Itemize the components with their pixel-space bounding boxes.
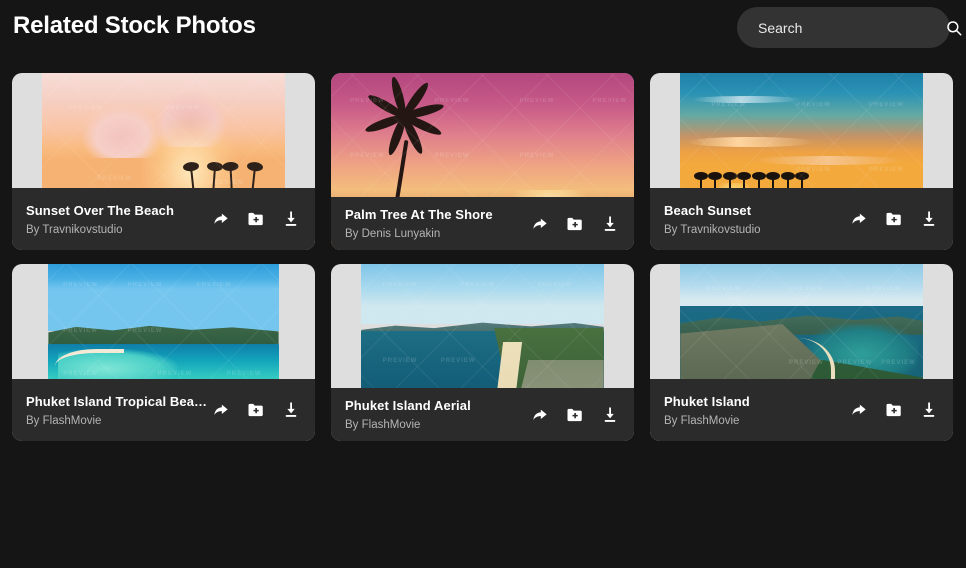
card-caption: Phuket Island Tropical Beach A... By Fla… [12, 379, 315, 441]
download-icon[interactable] [600, 405, 620, 425]
share-icon[interactable] [211, 400, 231, 420]
photo-title: Phuket Island [664, 393, 750, 409]
photo-title: Sunset Over The Beach [26, 202, 175, 218]
photo-author: By Travnikovstudio [26, 223, 123, 236]
card-actions [211, 209, 301, 229]
share-icon[interactable] [530, 405, 550, 425]
card-caption: Sunset Over The Beach By Travnikovstudio [12, 188, 315, 250]
download-icon[interactable] [919, 400, 939, 420]
share-icon[interactable] [849, 209, 869, 229]
photo-card[interactable]: PREVIEW PREVIEW PREVIEW PREVIEW PREVIEW … [650, 264, 953, 441]
card-caption: Beach Sunset By Travnikovstudio [650, 188, 953, 250]
card-caption: Palm Tree At The Shore By Denis Lunyakin [331, 197, 634, 250]
card-actions [849, 209, 939, 229]
card-actions [849, 400, 939, 420]
photo-card[interactable]: PREVIEW PREVIEW PREVIEW PREVIEW PREVIEW … [331, 73, 634, 250]
add-to-collection-icon[interactable] [565, 214, 585, 234]
share-icon[interactable] [849, 400, 869, 420]
photo-title: Phuket Island Tropical Beach A... [26, 393, 211, 409]
share-icon[interactable] [211, 209, 231, 229]
photo-title: Palm Tree At The Shore [345, 207, 493, 222]
card-caption: Phuket Island By FlashMovie [650, 379, 953, 441]
photo-author: By Travnikovstudio [664, 223, 761, 236]
caption-text: Phuket Island By FlashMovie [664, 394, 750, 427]
search-icon[interactable] [945, 19, 963, 37]
download-icon[interactable] [281, 400, 301, 420]
download-icon[interactable] [919, 209, 939, 229]
photo-title: Phuket Island Aerial [345, 398, 471, 413]
search-box[interactable] [737, 7, 962, 48]
photo-card[interactable]: PREVIEW PREVIEW PREVIEW PREVIEW Sunset O… [12, 73, 315, 250]
add-to-collection-icon[interactable] [884, 400, 904, 420]
photo-card[interactable]: PREVIEW PREVIEW PREVIEW PREVIEW PREVIEW … [12, 264, 315, 441]
photo-grid: PREVIEW PREVIEW PREVIEW PREVIEW Sunset O… [12, 73, 954, 441]
caption-text: Phuket Island Aerial By FlashMovie [345, 398, 471, 431]
download-icon[interactable] [281, 209, 301, 229]
caption-text: Phuket Island Tropical Beach A... By Fla… [26, 394, 211, 427]
page-title: Related Stock Photos [13, 12, 256, 39]
caption-text: Beach Sunset By Travnikovstudio [664, 203, 761, 236]
caption-text: Sunset Over The Beach By Travnikovstudio [26, 203, 174, 236]
caption-text: Palm Tree At The Shore By Denis Lunyakin [345, 207, 493, 240]
card-actions [530, 214, 620, 234]
photo-author: By Denis Lunyakin [345, 228, 441, 240]
card-actions [211, 400, 301, 420]
add-to-collection-icon[interactable] [565, 405, 585, 425]
photo-card[interactable]: PREVIEW PREVIEW PREVIEW PREVIEW PREVIEW … [650, 73, 953, 250]
photo-author: By FlashMovie [345, 419, 421, 431]
search-input[interactable] [737, 19, 945, 36]
add-to-collection-icon[interactable] [246, 400, 266, 420]
photo-card[interactable]: PREVIEW PREVIEW PREVIEW PREVIEW PREVIEW … [331, 264, 634, 441]
page-header: Related Stock Photos [0, 0, 966, 62]
add-to-collection-icon[interactable] [246, 209, 266, 229]
card-actions [530, 405, 620, 425]
share-icon[interactable] [530, 214, 550, 234]
photo-author: By FlashMovie [664, 414, 740, 427]
photo-title: Beach Sunset [664, 202, 752, 218]
download-icon[interactable] [600, 214, 620, 234]
photo-author: By FlashMovie [26, 414, 102, 427]
add-to-collection-icon[interactable] [884, 209, 904, 229]
stock-photo-page: Related Stock Photos Search Sunset Over … [0, 0, 966, 568]
card-caption: Phuket Island Aerial By FlashMovie [331, 388, 634, 441]
